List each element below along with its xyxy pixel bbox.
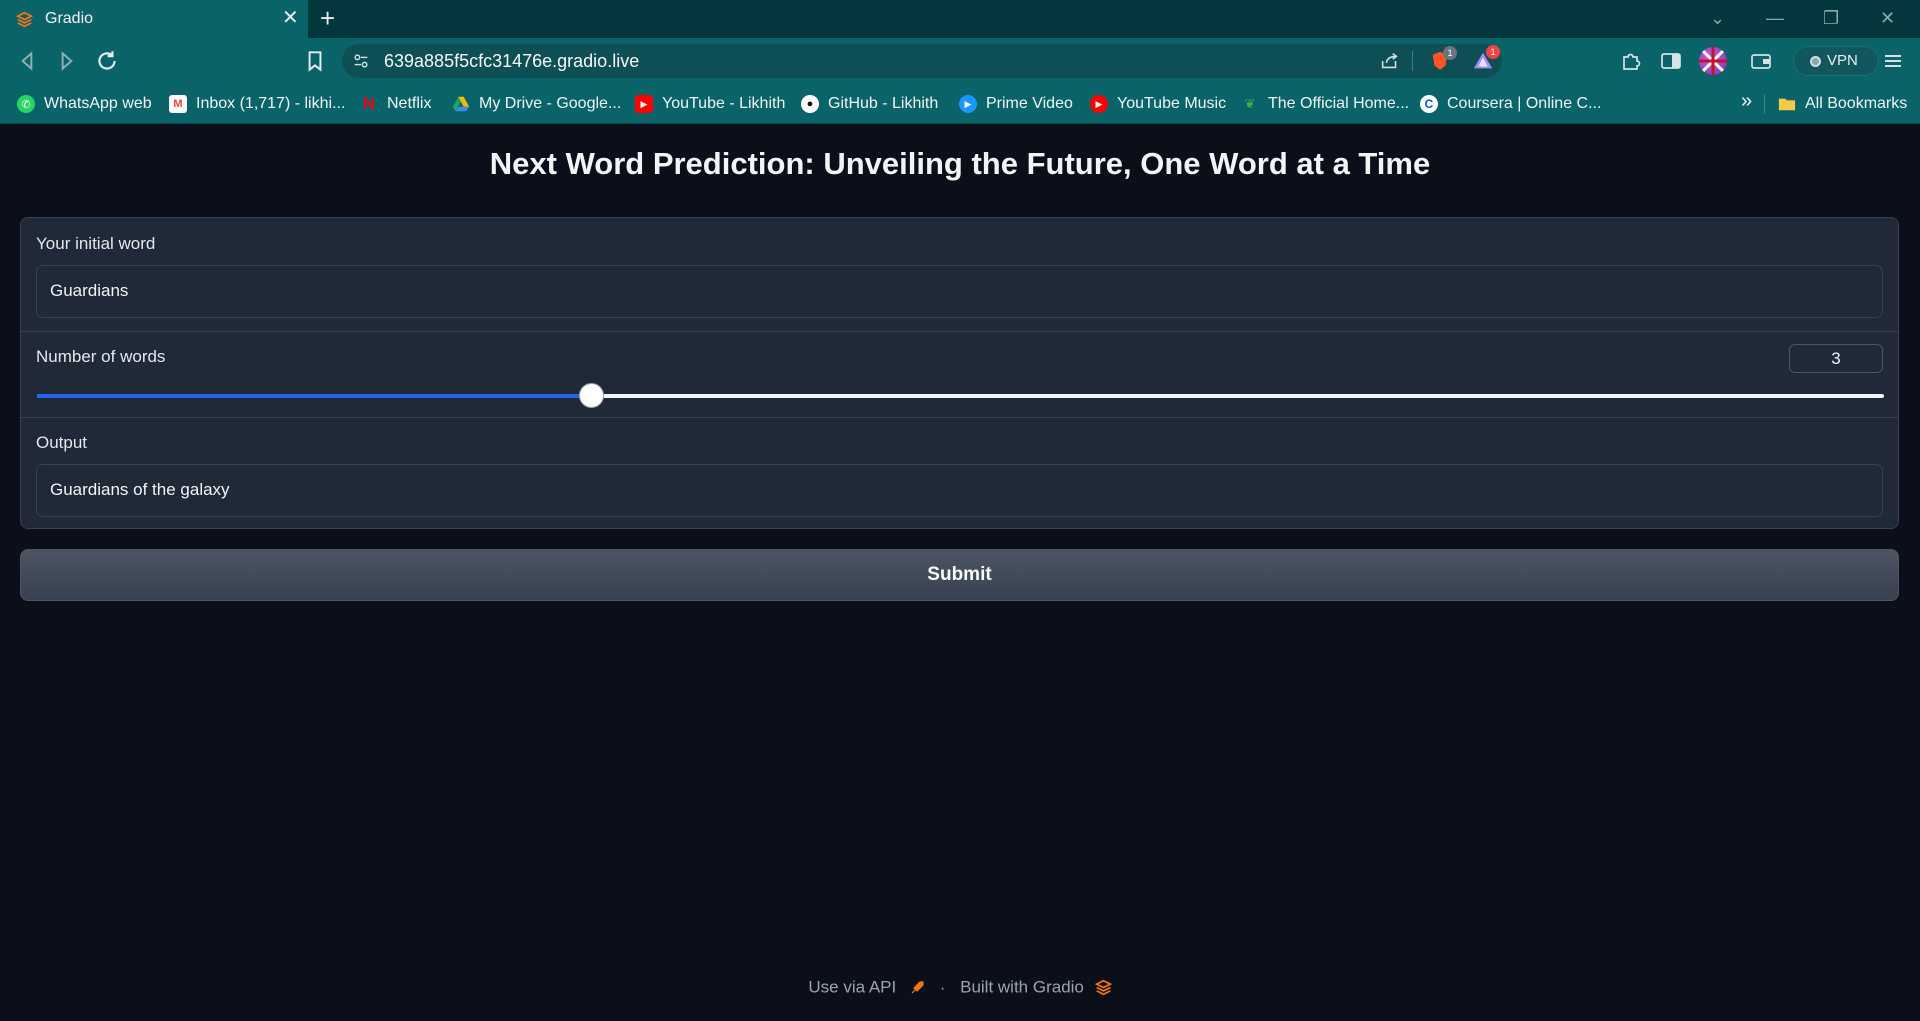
bookmark-youtube-music[interactable]: ▶ YouTube Music xyxy=(1090,93,1226,115)
input-block: Your initial word Guardians xyxy=(21,218,1898,331)
bookmark-label: YouTube Music xyxy=(1117,95,1227,112)
footer: Use via API · Built with Gradio xyxy=(0,977,1920,998)
slider-fill xyxy=(37,394,592,398)
github-icon: ● xyxy=(801,95,819,113)
output-block: Output Guardians of the galaxy xyxy=(21,417,1898,528)
bookmark-label: Prime Video xyxy=(986,95,1073,112)
output-textbox[interactable]: Guardians of the galaxy xyxy=(36,464,1883,517)
rewards-count-badge: 1 xyxy=(1486,45,1500,59)
reload-icon xyxy=(98,51,116,70)
page-title: Next Word Prediction: Unveiling the Futu… xyxy=(489,146,1431,181)
number-of-words-input[interactable]: 3 xyxy=(1789,344,1883,373)
bookmark-label: Inbox (1,717) - likhi... xyxy=(196,95,346,112)
extensions-button[interactable] xyxy=(1619,49,1643,73)
url-text[interactable]: 639a885f5cfc31476e.gradio.live xyxy=(384,51,639,72)
bookmark-label: My Drive - Google... xyxy=(479,95,622,112)
shields-count-badge: 1 xyxy=(1443,46,1457,60)
forward-icon xyxy=(61,51,73,71)
back-button[interactable] xyxy=(14,48,40,74)
bookmark-netflix[interactable]: N Netflix xyxy=(360,93,432,115)
rocket-icon xyxy=(911,980,924,993)
output-label: Output xyxy=(36,433,88,452)
sidebar-button[interactable] xyxy=(1659,49,1683,73)
bookmark-icon xyxy=(308,51,322,72)
number-of-words-slider[interactable] xyxy=(37,383,1884,408)
prime-video-icon: ▶ xyxy=(959,95,977,113)
sidebar-icon xyxy=(1661,53,1681,69)
bookmark-youtube[interactable]: ▶ YouTube - Likhith xyxy=(635,93,785,115)
input-label: Your initial word xyxy=(36,234,156,253)
gradio-app: Next Word Prediction: Unveiling the Futu… xyxy=(0,124,1920,1021)
profile-avatar[interactable] xyxy=(1699,47,1727,75)
bookmark-label: Netflix xyxy=(387,95,432,112)
bookmark-google-drive[interactable]: My Drive - Google... xyxy=(452,93,621,115)
whatsapp-icon: ✆ xyxy=(17,95,35,113)
youtube-music-icon: ▶ xyxy=(1090,95,1108,113)
initial-word-input[interactable]: Guardians xyxy=(36,265,1883,318)
site-icon: ❦ xyxy=(1244,96,1256,111)
all-bookmarks-label: All Bookmarks xyxy=(1805,95,1908,112)
close-window-button[interactable]: ✕ xyxy=(1880,6,1895,30)
vpn-status-icon xyxy=(1810,56,1821,67)
forward-button[interactable] xyxy=(54,48,80,74)
restore-button[interactable]: ❐ xyxy=(1823,6,1839,30)
netflix-icon: N xyxy=(362,94,376,113)
gradio-logo-icon xyxy=(1094,979,1112,996)
bookmark-github[interactable]: ● GitHub - Likhith xyxy=(801,93,938,115)
output-value: Guardians of the galaxy xyxy=(50,480,230,499)
bookmark-label: Coursera | Online C... xyxy=(1447,95,1602,112)
footer-separator: · xyxy=(939,977,946,997)
site-info-icon[interactable] xyxy=(352,52,370,70)
profile-flag-icon xyxy=(1699,47,1727,75)
all-bookmarks[interactable]: All Bookmarks xyxy=(1778,93,1907,115)
reload-button[interactable] xyxy=(94,48,120,74)
menu-button[interactable] xyxy=(1881,49,1905,73)
youtube-icon: ▶ xyxy=(635,95,653,113)
divider xyxy=(1412,51,1413,71)
coursera-icon: C xyxy=(1420,95,1438,113)
gradio-logo-icon xyxy=(16,11,33,28)
minimize-button[interactable]: — xyxy=(1766,6,1784,30)
back-icon xyxy=(21,51,33,71)
bookmark-label: The Official Home... xyxy=(1268,95,1410,112)
bookmark-prime-video[interactable]: ▶ Prime Video xyxy=(959,93,1073,115)
gmail-icon: M xyxy=(169,95,187,113)
hamburger-menu-icon xyxy=(1885,55,1901,67)
puzzle-icon xyxy=(1623,53,1641,70)
bookmark-whatsapp[interactable]: ✆ WhatsApp web xyxy=(17,93,152,115)
more-bookmarks-icon[interactable]: » xyxy=(1741,90,1752,113)
slider-block: Number of words 3 xyxy=(21,331,1898,417)
wallet-button[interactable] xyxy=(1749,49,1773,73)
google-drive-icon xyxy=(452,95,470,113)
bookmarks-bar: ✆ WhatsApp web M Inbox (1,717) - likhi..… xyxy=(0,84,1920,124)
initial-word-value: Guardians xyxy=(50,281,129,300)
new-tab-button[interactable]: + xyxy=(320,4,335,32)
divider xyxy=(1764,94,1765,114)
wallet-icon xyxy=(1751,54,1771,69)
tab-gradio[interactable]: Gradio ✕ xyxy=(0,0,308,38)
address-bar[interactable]: 639a885f5cfc31476e.gradio.live 1 1 xyxy=(342,44,1502,78)
vpn-button[interactable]: VPN xyxy=(1793,46,1879,76)
bookmark-official-home[interactable]: ❦ The Official Home... xyxy=(1241,93,1410,115)
use-via-api-link[interactable]: Use via API xyxy=(808,978,896,997)
slider-thumb[interactable] xyxy=(579,383,605,408)
slider-label: Number of words xyxy=(36,347,166,366)
folder-icon xyxy=(1778,95,1796,113)
vpn-label: VPN xyxy=(1827,52,1858,69)
bookmark-coursera[interactable]: C Coursera | Online C... xyxy=(1420,93,1601,115)
bookmark-gmail[interactable]: M Inbox (1,717) - likhi... xyxy=(169,93,345,115)
tab-title: Gradio xyxy=(45,10,94,27)
built-with-gradio-link[interactable]: Built with Gradio xyxy=(960,978,1084,997)
submit-button[interactable]: Submit xyxy=(20,549,1899,601)
tab-close-icon[interactable]: ✕ xyxy=(282,7,299,29)
bookmark-label: WhatsApp web xyxy=(44,95,152,112)
browser-toolbar: 639a885f5cfc31476e.gradio.live 1 1 VPN xyxy=(0,38,1920,84)
tab-search-icon[interactable]: ⌄ xyxy=(1710,6,1725,30)
bookmark-label: GitHub - Likhith xyxy=(828,95,939,112)
bookmark-page-button[interactable] xyxy=(302,48,328,74)
bookmark-label: YouTube - Likhith xyxy=(662,95,786,112)
tab-strip: Gradio ✕ + ⌄ — ❐ ✕ xyxy=(0,0,1920,38)
interface-panel: Your initial word Guardians Number of wo… xyxy=(20,217,1899,529)
share-icon[interactable] xyxy=(1379,50,1401,72)
